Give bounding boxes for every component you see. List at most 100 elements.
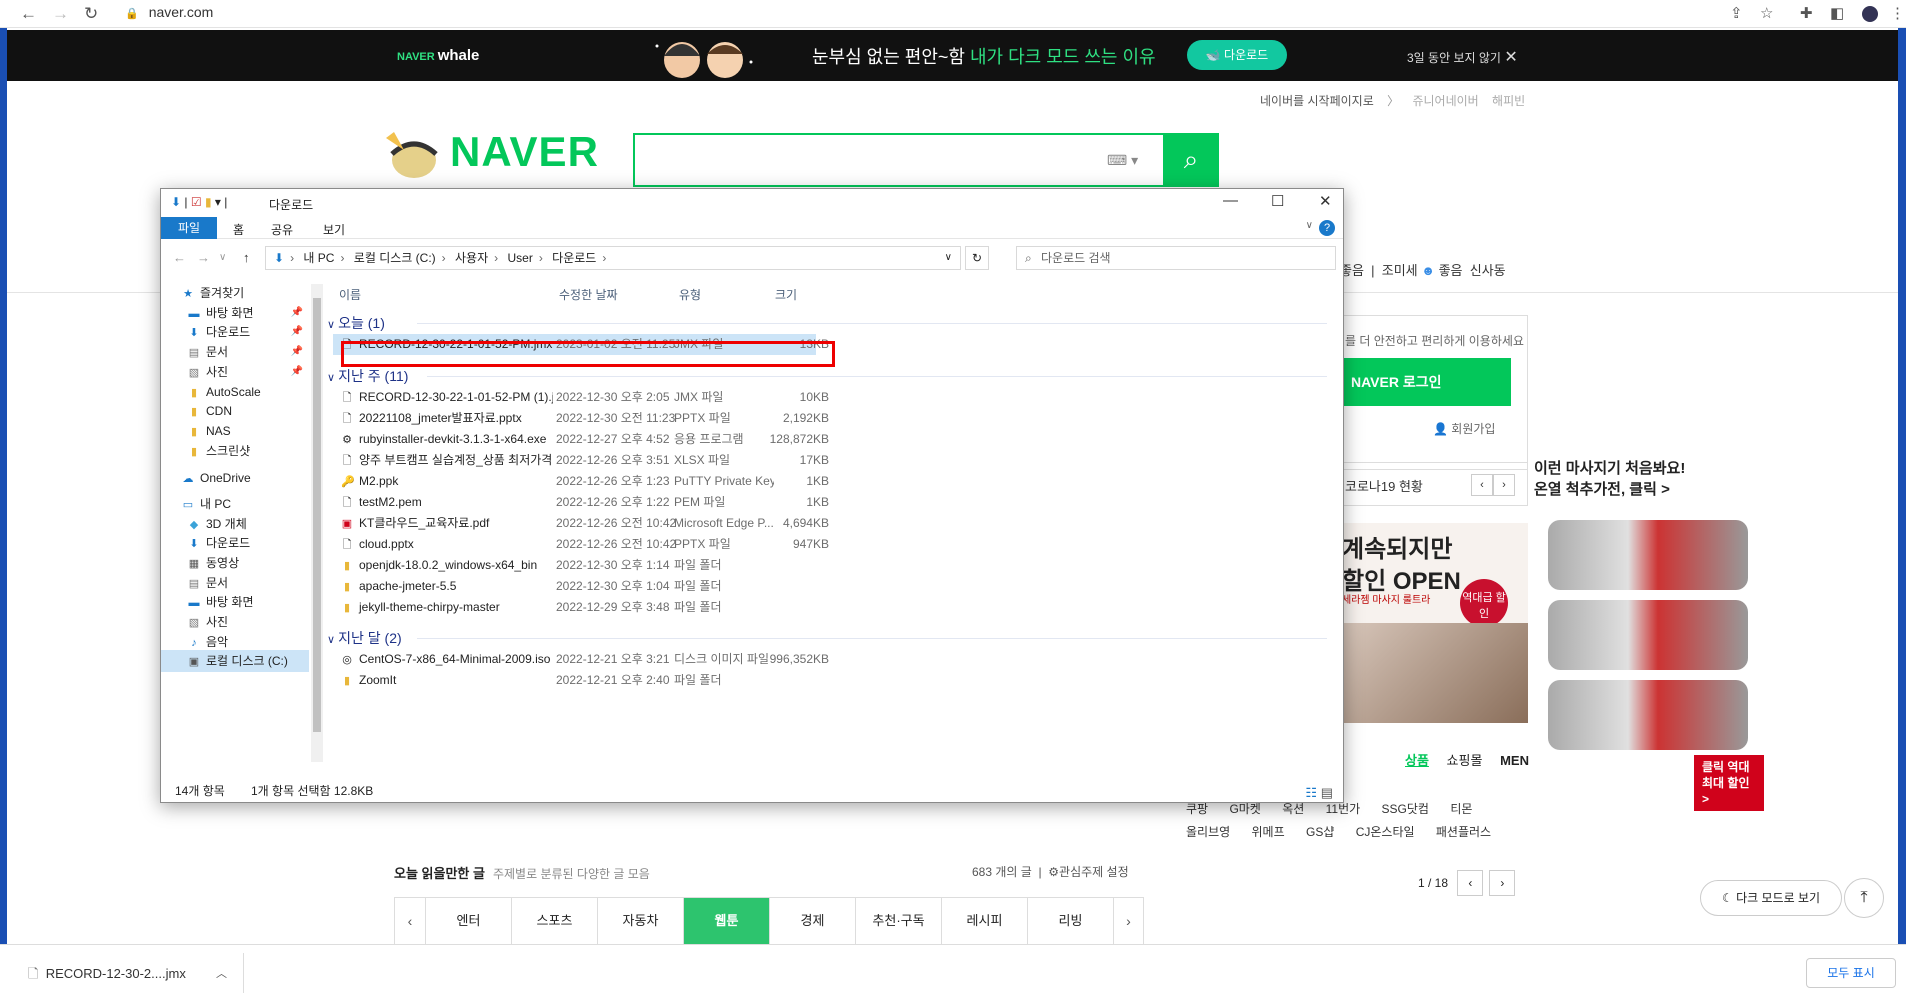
- chevron-down-icon[interactable]: ∨: [945, 247, 952, 269]
- category-tab[interactable]: 엔터: [425, 898, 511, 944]
- nav-item[interactable]: ▦ 동영상: [161, 552, 309, 574]
- share-icon[interactable]: ⇪: [1730, 4, 1743, 22]
- dropdown-icon[interactable]: ▾: [215, 195, 221, 209]
- nav-item[interactable]: ▭ 내 PC: [161, 493, 309, 515]
- category-tab[interactable]: 레시피: [941, 898, 1027, 944]
- bookmark-star-icon[interactable]: ☆: [1760, 4, 1773, 22]
- scroll-top-button[interactable]: ⤒: [1844, 878, 1884, 918]
- dark-mode-button[interactable]: ☾ 다크 모드로 보기: [1700, 880, 1842, 916]
- join-link[interactable]: 👤 회원가입: [1433, 420, 1495, 437]
- breadcrumb-item[interactable]: 사용자: [455, 251, 488, 265]
- ad-cta-button[interactable]: 클릭 역대 최대 할인 >: [1694, 755, 1764, 811]
- mall-link[interactable]: 쿠팡: [1186, 802, 1208, 816]
- file-row[interactable]: ◎ CentOS-7-x86_64-Minimal-2009.iso 2022-12…: [333, 649, 1323, 670]
- folder-icon[interactable]: ▮: [205, 195, 212, 209]
- group-header[interactable]: ∨ 오늘 (1): [327, 312, 1327, 334]
- file-row[interactable]: 🗋 testM2.pem 2022-12-26 오후 1:22 PEM 파일 1KB: [333, 492, 1323, 513]
- back-arrow-icon[interactable]: ←: [20, 4, 37, 24]
- show-all-button[interactable]: 모두 표시: [1806, 958, 1896, 988]
- tab-shopping-mall[interactable]: 쇼핑몰: [1447, 753, 1483, 768]
- group-header[interactable]: ∨ 지난 달 (2): [327, 627, 1327, 649]
- happybean-link[interactable]: 해피빈: [1492, 94, 1525, 108]
- tab-home[interactable]: 홈: [233, 221, 244, 238]
- menu-dots-icon[interactable]: ⋮: [1890, 4, 1905, 22]
- breadcrumb[interactable]: ⬇ › 내 PC › 로컬 디스크 (C:) › 사용자 › User › 다운로드 › ∨: [265, 246, 961, 270]
- back-arrow-icon[interactable]: ←: [173, 250, 186, 265]
- forward-arrow-icon[interactable]: →: [52, 4, 69, 24]
- category-tab[interactable]: 스포츠: [511, 898, 597, 944]
- nav-item[interactable]: ▧ 사진: [161, 611, 309, 633]
- help-icon[interactable]: ?: [1319, 220, 1335, 236]
- up-arrow-icon[interactable]: ↑: [243, 250, 250, 265]
- tab-file[interactable]: 파일: [161, 217, 217, 239]
- close-icon[interactable]: ✕: [1319, 192, 1332, 210]
- naver-login-button[interactable]: NAVER 로그인: [1341, 358, 1511, 406]
- nav-item[interactable]: ▮ NAS: [161, 420, 309, 442]
- keyboard-icon[interactable]: ⌨ ▾: [1107, 152, 1138, 169]
- file-row[interactable]: 🗋 RECORD-12-30-22-1-01-52-PM (1).jmx 2022-…: [333, 387, 1323, 408]
- breadcrumb-item[interactable]: 내 PC: [303, 251, 334, 265]
- file-row[interactable]: 🗋 양주 부트캠프 실습계정_상품 최저가격 ... 2022-12-26 오후 3…: [333, 450, 1323, 471]
- mall-link[interactable]: G마켓: [1229, 802, 1260, 816]
- chevron-down-icon[interactable]: ∨: [1306, 220, 1313, 231]
- mall-link[interactable]: 옥션: [1282, 802, 1304, 816]
- maximize-icon[interactable]: ☐: [1271, 192, 1284, 210]
- nav-item[interactable]: ☁ OneDrive: [161, 467, 309, 489]
- category-tab[interactable]: 리빙: [1027, 898, 1113, 944]
- category-tab[interactable]: 추천·구독: [855, 898, 941, 944]
- chevron-down-icon[interactable]: ∨: [327, 319, 338, 331]
- reload-icon[interactable]: ↻: [84, 4, 98, 24]
- nav-item[interactable]: ★ 즐겨찾기: [161, 282, 309, 304]
- prev-icon[interactable]: ‹: [1471, 474, 1493, 496]
- nav-scrollbar[interactable]: [311, 284, 323, 762]
- tab-men[interactable]: MEN: [1500, 753, 1529, 768]
- minimize-icon[interactable]: —: [1223, 192, 1238, 209]
- file-row[interactable]: 🗋 20221108_jmeter발표자료.pptx 2022-12-30 오전 1…: [333, 408, 1323, 429]
- address-bar[interactable]: 🔒 naver.com: [125, 4, 213, 20]
- file-row[interactable]: ▮ jekyll-theme-chirpy-master 2022-12-29 오후…: [333, 597, 1323, 618]
- search-button[interactable]: ⌕: [1163, 133, 1219, 187]
- group-header[interactable]: ∨ 지난 주 (11): [327, 365, 1327, 387]
- next-icon[interactable]: ›: [1489, 870, 1516, 896]
- category-tab-active[interactable]: 웹툰: [683, 898, 769, 944]
- file-row[interactable]: 🗋 cloud.pptx 2022-12-26 오전 10:42 PPTX 파일 947…: [333, 534, 1323, 555]
- whale-download-button[interactable]: 🐋 다운로드: [1187, 40, 1287, 70]
- chevron-up-icon[interactable]: ︿: [216, 965, 227, 981]
- set-homepage-link[interactable]: 네이버를 시작페이지로: [1260, 94, 1374, 108]
- column-header-size[interactable]: 크기: [775, 282, 797, 308]
- profile-avatar[interactable]: [1862, 6, 1878, 22]
- junior-naver-link[interactable]: 쥬니어네이버: [1412, 94, 1478, 108]
- mall-link[interactable]: 올리브영: [1186, 825, 1230, 839]
- file-row[interactable]: ⚙ rubyinstaller-devkit-3.1.3-1-x64.exe 202…: [333, 429, 1323, 450]
- prev-category-icon[interactable]: ‹: [395, 898, 425, 944]
- mall-link[interactable]: SSG닷컴: [1382, 802, 1429, 816]
- chevron-down-icon[interactable]: ∨: [327, 372, 338, 384]
- nav-item[interactable]: ▮ CDN: [161, 400, 309, 422]
- nav-item[interactable]: ⬇ 다운로드: [161, 532, 309, 554]
- forward-arrow-icon[interactable]: →: [197, 250, 210, 265]
- extensions-icon[interactable]: ✚: [1800, 4, 1813, 22]
- mall-link[interactable]: 패션플러스: [1436, 825, 1491, 839]
- naver-logo[interactable]: NAVER: [450, 128, 599, 176]
- checkbox-icon[interactable]: ☑: [191, 195, 202, 209]
- nav-item[interactable]: ▬ 바탕 화면: [161, 591, 309, 613]
- tab-view[interactable]: 보기: [323, 221, 345, 238]
- nav-item[interactable]: ▤ 문서 📌: [161, 341, 309, 363]
- file-row[interactable]: ▮ openjdk-18.0.2_windows-x64_bin 2022-12-3…: [333, 555, 1323, 576]
- mall-link[interactable]: 위메프: [1252, 825, 1285, 839]
- explorer-search-input[interactable]: ⌕ 다운로드 검색: [1016, 246, 1336, 270]
- nav-item[interactable]: ▣ 로컬 디스크 (C:): [161, 650, 309, 672]
- mall-link[interactable]: 티몬: [1450, 802, 1472, 816]
- column-header-name[interactable]: 이름: [339, 282, 361, 308]
- file-row[interactable]: 🔑 M2.ppk 2022-12-26 오후 1:23 PuTTY Private K…: [333, 471, 1323, 492]
- file-row[interactable]: ▮ apache-jmeter-5.5 2022-12-30 오후 1:04 파일 폴…: [333, 576, 1323, 597]
- mall-link[interactable]: GS샵: [1306, 825, 1334, 839]
- right-ad[interactable]: 이런 마사지기 처음봐요! 온열 척추가전, 클릭 > 클릭 역대 최대 할인 …: [1534, 458, 1774, 811]
- sidebar-icon[interactable]: ◧: [1830, 4, 1844, 22]
- hide-3days-button[interactable]: 3일 동안 보지 않기 ✕: [1407, 47, 1518, 67]
- file-row[interactable]: ▣ KT클라우드_교육자료.pdf 2022-12-26 오전 10:42 Micro…: [333, 513, 1323, 534]
- arrow-down-icon[interactable]: ⬇: [171, 195, 181, 209]
- next-category-icon[interactable]: ›: [1113, 898, 1143, 944]
- refresh-icon[interactable]: ↻: [965, 246, 989, 270]
- file-row[interactable]: ▮ ZoomIt 2022-12-21 오후 2:40 파일 폴더: [333, 670, 1323, 691]
